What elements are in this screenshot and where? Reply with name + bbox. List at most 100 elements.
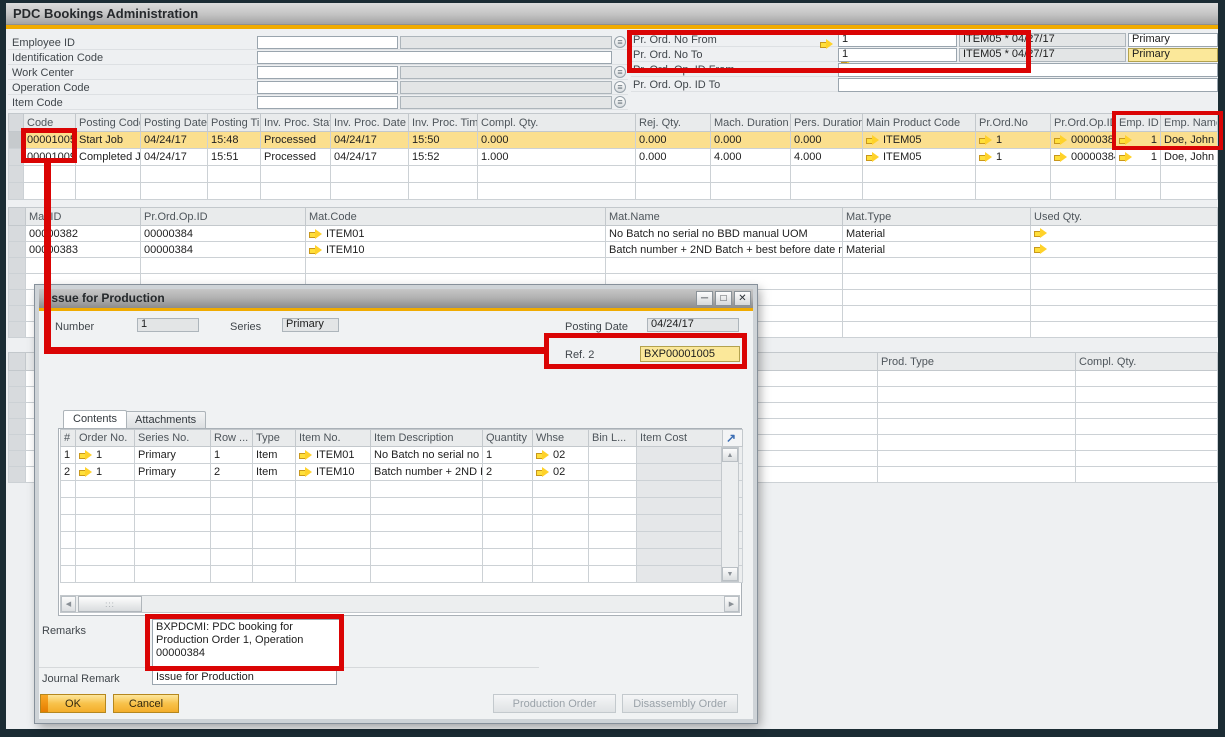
link-arrow-icon[interactable] — [79, 450, 92, 460]
horizontal-scrollbar[interactable]: ◀ ::: ▶ — [60, 595, 740, 613]
annotation-box-pr-ord-range — [627, 30, 1031, 73]
table-row[interactable]: 2 1 Primary 2 Item ITEM10 Batch number +… — [61, 464, 743, 481]
tab-contents[interactable]: Contents — [63, 410, 127, 428]
col-header: Inv. Proc. State — [261, 114, 331, 132]
col-header: Main Product Code — [863, 114, 976, 132]
table-header-row: Code Posting Code Posting Date Posting T… — [9, 114, 1218, 132]
link-arrow-icon[interactable] — [1119, 152, 1132, 162]
link-arrow-icon[interactable] — [79, 467, 92, 477]
dialog-title: Issue for Production — [48, 291, 165, 305]
col-header: Compl. Qty. — [1076, 353, 1218, 371]
series-field[interactable]: Primary — [282, 318, 339, 332]
col-header: Row ... — [211, 430, 253, 447]
item-code-input[interactable] — [257, 96, 398, 109]
expand-grid-icon[interactable]: ↗ — [726, 431, 736, 445]
link-arrow-icon[interactable] — [299, 467, 312, 477]
work-center-input[interactable] — [257, 66, 398, 79]
col-header: Item No. — [296, 430, 371, 447]
pr-ord-to-series-field[interactable]: Primary — [1128, 48, 1218, 62]
annotation-box-emp-columns — [1112, 111, 1223, 150]
link-arrow-icon[interactable] — [866, 135, 879, 145]
item-code-label: Item Code — [12, 97, 63, 109]
bookings-table: Code Posting Code Posting Date Posting T… — [8, 113, 1218, 200]
link-arrow-icon[interactable] — [309, 229, 322, 239]
posting-date-field[interactable]: 04/24/17 — [647, 318, 739, 332]
scroll-down-icon[interactable]: ▼ — [722, 567, 738, 581]
col-header: Posting Code — [76, 114, 141, 132]
table-row[interactable]: 1 1 Primary 1 Item ITEM01 No Batch no se… — [61, 447, 743, 464]
annotation-box-ref2 — [544, 333, 747, 369]
link-arrow-icon[interactable] — [1054, 135, 1067, 145]
table-row — [61, 481, 743, 498]
scroll-right-icon[interactable]: ▶ — [724, 596, 739, 612]
form-settings-header: ↗ — [723, 430, 743, 447]
col-header: Order No. — [76, 430, 135, 447]
table-row — [9, 166, 1218, 183]
work-center-name-field — [400, 66, 612, 79]
disassembly-order-button[interactable]: Disassembly Order — [622, 694, 738, 713]
minimize-icon[interactable]: ─ — [696, 291, 713, 306]
col-header: Whse — [533, 430, 589, 447]
choose-from-list-icon[interactable]: ≡ — [614, 81, 626, 93]
series-label: Series — [230, 321, 261, 333]
dialog-titlebar[interactable]: Issue for Production — [39, 289, 753, 308]
scrollbar-thumb[interactable]: ::: — [78, 596, 142, 612]
identification-code-input[interactable] — [257, 51, 612, 64]
annotation-box-remarks — [145, 614, 344, 671]
link-arrow-icon[interactable] — [1054, 152, 1067, 162]
vertical-scrollbar[interactable]: ▲ ▼ — [721, 447, 739, 582]
title-accent-line — [6, 25, 1218, 29]
maximize-icon[interactable]: □ — [715, 291, 732, 306]
link-arrow-icon[interactable] — [979, 152, 992, 162]
col-header: Used Qty. — [1031, 208, 1218, 226]
ok-button[interactable]: OK — [40, 694, 106, 713]
journal-remark-label: Journal Remark — [42, 673, 120, 685]
close-icon[interactable]: ✕ — [734, 291, 751, 306]
link-arrow-icon[interactable] — [309, 245, 322, 255]
col-header: Mat.ID — [26, 208, 141, 226]
col-header: Prod. Type — [878, 353, 1076, 371]
row-selector[interactable] — [9, 242, 26, 258]
main-titlebar[interactable]: PDC Bookings Administration — [6, 3, 1218, 25]
tab-attachments[interactable]: Attachments — [125, 411, 206, 428]
table-row[interactable]: 00001009 Completed Job 04/24/17 15:51 Pr… — [9, 149, 1218, 166]
table-row — [61, 532, 743, 549]
col-header: Mat.Code — [306, 208, 606, 226]
cancel-button[interactable]: Cancel — [113, 694, 179, 713]
choose-from-list-icon[interactable]: ≡ — [614, 96, 626, 108]
scroll-left-icon[interactable]: ◀ — [61, 596, 76, 612]
table-row[interactable]: 00000383 00000384 ITEM10 Batch number + … — [9, 242, 1218, 258]
link-arrow-icon[interactable] — [536, 467, 549, 477]
window-title: PDC Bookings Administration — [13, 6, 198, 21]
operation-code-label: Operation Code — [12, 82, 90, 94]
link-arrow-icon[interactable] — [299, 450, 312, 460]
link-arrow-icon[interactable] — [1034, 244, 1047, 254]
link-arrow-icon[interactable] — [536, 450, 549, 460]
link-arrow-icon[interactable] — [866, 152, 879, 162]
production-order-button[interactable]: Production Order — [493, 694, 616, 713]
col-header: Inv. Proc. Date — [331, 114, 409, 132]
journal-remark-field[interactable]: Issue for Production — [152, 670, 337, 685]
scroll-up-icon[interactable]: ▲ — [722, 448, 738, 462]
table-row[interactable]: 00000382 00000384 ITEM01 No Batch no ser… — [9, 226, 1218, 242]
pr-ord-op-id-to-label: Pr. Ord. Op. ID To — [633, 79, 720, 91]
number-field[interactable]: 1 — [137, 318, 199, 332]
table-row — [61, 515, 743, 532]
operation-code-input[interactable] — [257, 81, 398, 94]
row-selector[interactable] — [9, 226, 26, 242]
table-row — [9, 258, 1218, 274]
employee-id-input[interactable] — [257, 36, 398, 49]
screen: PDC Bookings Administration Employee ID … — [0, 0, 1225, 737]
pr-ord-op-id-to-input[interactable] — [838, 78, 1218, 92]
table-row[interactable]: 00001005 Start Job 04/24/17 15:48 Proces… — [9, 132, 1218, 149]
operation-code-name-field — [400, 81, 612, 94]
link-arrow-icon[interactable] — [1034, 228, 1047, 238]
link-arrow-icon[interactable] — [979, 135, 992, 145]
choose-from-list-icon[interactable]: ≡ — [614, 66, 626, 78]
col-header: Compl. Qty. — [478, 114, 636, 132]
choose-from-list-icon[interactable]: ≡ — [614, 36, 626, 48]
pr-ord-from-series-field[interactable]: Primary — [1128, 33, 1218, 47]
col-header: Pr.Ord.No — [976, 114, 1051, 132]
col-header: Bin L... — [589, 430, 637, 447]
col-header: Series No. — [135, 430, 211, 447]
